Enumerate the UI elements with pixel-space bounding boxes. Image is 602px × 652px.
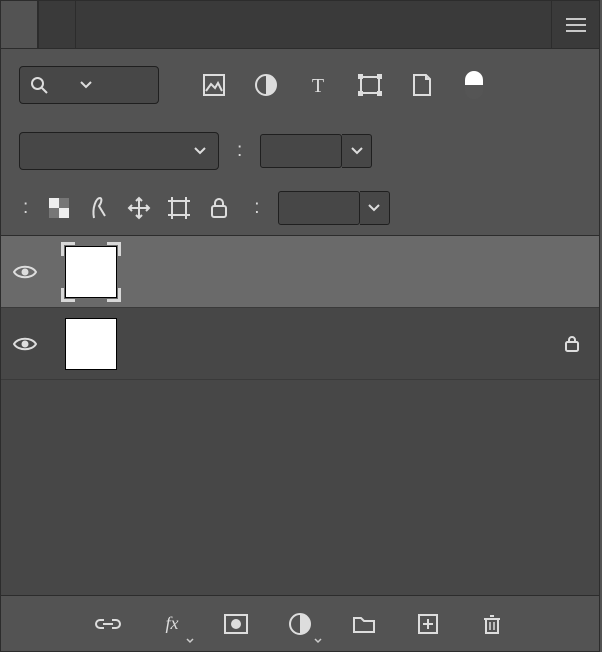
layer-row[interactable] [1, 308, 599, 380]
lock-row: : : [1, 181, 599, 235]
lock-icon [564, 335, 580, 353]
bottom-bar: fx [1, 595, 599, 651]
chevron-down-icon [368, 204, 380, 212]
link-layers-button[interactable] [94, 610, 122, 638]
blend-row: : [1, 121, 599, 181]
opacity-label: : [233, 140, 246, 162]
filter-smartobj-icon[interactable] [409, 72, 435, 98]
adjust-icon [289, 613, 311, 635]
tab-channels[interactable] [38, 1, 75, 48]
eye-icon [13, 336, 37, 352]
lock-transparent-icon[interactable] [46, 195, 72, 221]
chevron-down-icon [314, 638, 322, 644]
opacity-field[interactable] [260, 134, 342, 168]
link-icon [95, 616, 121, 632]
lock-artboard-icon[interactable] [166, 195, 192, 221]
layers-panel: T : [0, 0, 600, 652]
chevron-down-icon [80, 81, 92, 89]
layer-thumbnail[interactable] [61, 242, 121, 302]
tab-paths[interactable] [75, 1, 112, 48]
svg-text:T: T [312, 75, 324, 96]
visibility-toggle[interactable] [11, 336, 39, 352]
delete-layer-button[interactable] [478, 610, 506, 638]
fx-icon: fx [166, 613, 179, 634]
opacity-stepper[interactable] [342, 134, 372, 168]
tab-layers[interactable] [1, 1, 38, 48]
filter-row: T [1, 49, 599, 121]
visibility-toggle[interactable] [11, 264, 39, 280]
layer-locked-indicator [561, 335, 583, 353]
chevron-down-icon [351, 147, 363, 155]
hamburger-icon [566, 18, 586, 32]
mask-icon [224, 614, 248, 634]
lock-all-icon[interactable] [206, 195, 232, 221]
folder-icon [352, 614, 376, 634]
layer-thumbnail[interactable] [61, 314, 121, 374]
new-group-button[interactable] [350, 610, 378, 638]
layer-row[interactable] [1, 236, 599, 308]
lock-icons [46, 195, 232, 221]
fill-field[interactable] [278, 191, 360, 225]
new-adjustment-button[interactable] [286, 610, 314, 638]
fill-stepper[interactable] [360, 191, 390, 225]
fill-label: : [250, 197, 263, 219]
blend-mode-select[interactable] [19, 132, 219, 170]
add-mask-button[interactable] [222, 610, 250, 638]
lock-position-icon[interactable] [126, 195, 152, 221]
trash-icon [482, 613, 502, 635]
fx-button[interactable]: fx [158, 610, 186, 638]
tab-spacer [112, 1, 551, 48]
panel-menu-button[interactable] [551, 1, 599, 48]
filter-type-text-icon[interactable]: T [305, 72, 331, 98]
filter-adjust-icon[interactable] [253, 72, 279, 98]
lock-label: : [19, 197, 32, 219]
search-icon [30, 76, 48, 94]
layers-list [1, 235, 599, 595]
eye-icon [13, 264, 37, 280]
new-icon [417, 613, 439, 635]
chevron-down-icon [186, 638, 194, 644]
chevron-down-icon [194, 147, 206, 155]
filter-shape-icon[interactable] [357, 72, 383, 98]
lock-image-icon[interactable] [86, 195, 112, 221]
tab-row [1, 1, 599, 49]
filter-kind-icons: T [201, 71, 483, 99]
filter-pixel-icon[interactable] [201, 72, 227, 98]
new-layer-button[interactable] [414, 610, 442, 638]
filter-type-dropdown[interactable] [19, 66, 159, 104]
filter-toggle-icon[interactable] [465, 71, 483, 99]
